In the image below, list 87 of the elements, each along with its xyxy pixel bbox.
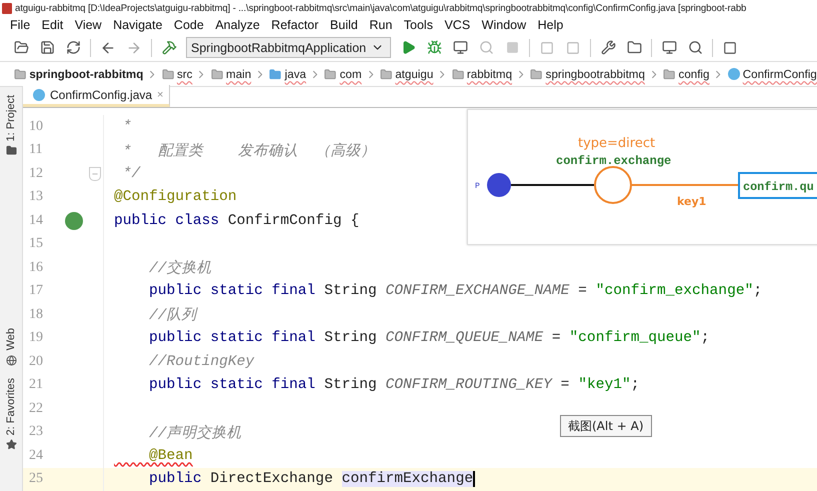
- menu-item[interactable]: Analyze: [209, 18, 266, 32]
- code-line: //队列: [148, 306, 197, 324]
- menu-item[interactable]: Code: [168, 18, 210, 32]
- folder-icon: [162, 68, 174, 80]
- spring-bean-icon[interactable]: [65, 212, 83, 230]
- menu-item[interactable]: Help: [532, 18, 569, 32]
- folder-icon: [380, 68, 392, 80]
- window-title: atguigu-rabbitmq [D:\IdeaProjects\atguigu-rabbitmq] - ...\springboot-rabbitmq\src\main\java\com\atguigu\rabbitmq\springbootrabbitmq\config\ConfirmConfig.java [springboot-rabb: [15, 2, 746, 14]
- code-line: public static final String CONFIRM_EXCHANGE_NAME = "confirm_exchange";: [148, 283, 762, 300]
- menu-item[interactable]: VCS: [438, 18, 476, 32]
- line-number: 19: [28, 330, 44, 346]
- side-panel-tab[interactable]: Web: [5, 328, 17, 351]
- breadcrumb-item[interactable]: main: [226, 68, 252, 80]
- folder-icon: [530, 68, 543, 80]
- breadcrumb-item[interactable]: springboot-rabbitmq: [29, 68, 144, 80]
- side-panel-tab[interactable]: 1: Project: [5, 95, 17, 142]
- class-icon: [33, 88, 45, 100]
- menu-item[interactable]: Refactor: [265, 18, 324, 32]
- code-line: public static final String CONFIRM_QUEUE_NAME = "confirm_queue";: [148, 330, 710, 346]
- wrench-icon[interactable]: [599, 38, 618, 56]
- line-number: 22: [28, 400, 44, 417]
- folder-icon: [324, 68, 337, 80]
- side-panel-tab[interactable]: 2: Favorites: [5, 378, 17, 436]
- producer-node: [487, 173, 511, 197]
- run-configuration-dropdown[interactable]: SpringbootRabbitmqApplication: [186, 37, 392, 58]
- line-number: 12: [28, 166, 44, 182]
- code-line: public class ConfirmConfig {: [113, 212, 360, 229]
- breadcrumb-item[interactable]: springbootrabbitmq: [546, 68, 645, 80]
- producer-label: P: [475, 182, 480, 191]
- line-number: 24: [28, 448, 44, 464]
- tooltip: 截图(Alt + A): [560, 415, 652, 437]
- menu-item[interactable]: Navigate: [107, 18, 168, 32]
- line-number: 11: [28, 142, 44, 158]
- folder-icon: [210, 68, 224, 80]
- line-number: 16: [28, 260, 44, 276]
- breadcrumb-item[interactable]: config: [678, 68, 710, 80]
- line-number: 13: [28, 189, 44, 206]
- code-line: public DirectExchange confirmExchange: [148, 471, 476, 488]
- exchange-label: confirm.exchange: [556, 154, 672, 168]
- code-line: *: [122, 118, 132, 135]
- folder-icon: [6, 145, 16, 156]
- class-icon: [728, 68, 740, 80]
- exchange-type-label: type=direct: [578, 136, 656, 151]
- file-tab[interactable]: ConfirmConfig.java ×: [23, 85, 170, 107]
- line-number: 23: [28, 424, 44, 440]
- globe-icon: [6, 354, 16, 366]
- menu-item[interactable]: Run: [363, 18, 398, 32]
- tab-label: ConfirmConfig.java: [50, 88, 152, 102]
- menu-item[interactable]: File: [4, 18, 36, 32]
- menu-item[interactable]: Window: [476, 18, 532, 32]
- routing-key-label: key1: [677, 195, 706, 208]
- line-number: 20: [28, 354, 44, 370]
- code-line: public static final String CONFIRM_ROUTING_KEY = "key1";: [148, 377, 640, 394]
- queue-label: confirm.qu: [743, 180, 814, 194]
- code-line: @Configuration: [113, 189, 237, 206]
- breadcrumb-item[interactable]: rabbitmq: [466, 68, 512, 80]
- menu-item[interactable]: Edit: [36, 18, 69, 32]
- hammer-icon[interactable]: [160, 38, 178, 56]
- star-icon: [6, 439, 16, 450]
- breadcrumb-item[interactable]: java: [284, 68, 306, 80]
- code-line: //RoutingKey: [148, 354, 254, 370]
- app-icon: [2, 2, 12, 14]
- line-number: 10: [28, 118, 44, 135]
- breadcrumb-item[interactable]: src: [176, 68, 192, 80]
- line-number: 15: [28, 236, 44, 252]
- folder-icon: [452, 68, 464, 80]
- code-line: @Bean: [148, 448, 193, 464]
- line-number: 25: [28, 471, 44, 488]
- breadcrumb-item[interactable]: atguigu: [395, 68, 434, 80]
- line-number: 17: [28, 283, 44, 300]
- line-number: 14: [28, 212, 44, 229]
- line-number: 21: [28, 377, 44, 394]
- breadcrumb-item[interactable]: ConfirmConfig: [742, 68, 817, 80]
- code-line: * 配置类 发布确认 （高级）: [122, 142, 376, 160]
- bug-icon[interactable]: [425, 38, 444, 56]
- menu-item[interactable]: Build: [324, 18, 364, 32]
- breadcrumb-item[interactable]: com: [340, 68, 362, 80]
- folder-icon: [14, 68, 26, 80]
- menu-item[interactable]: Tools: [398, 18, 438, 32]
- folder-icon: [663, 68, 676, 80]
- folder-icon: [269, 68, 282, 80]
- code-line: //声明交换机: [148, 424, 242, 442]
- line-number: 18: [28, 306, 44, 323]
- menu-item[interactable]: View: [68, 18, 108, 32]
- exchange-node: [594, 166, 632, 204]
- code-line: //交换机: [148, 258, 212, 278]
- code-line: */: [122, 166, 140, 182]
